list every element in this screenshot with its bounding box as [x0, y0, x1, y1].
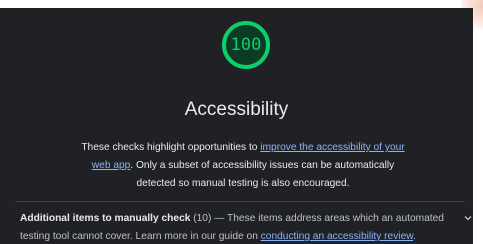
accessibility-category-panel: 100 Accessibility These checks highlight… [0, 8, 473, 244]
score-gauge[interactable]: 100 [221, 20, 271, 70]
category-title: Accessibility [184, 99, 289, 120]
section-divider [15, 201, 465, 202]
score-value: 100 [230, 35, 262, 55]
accessibility-review-guide-link[interactable]: conducting an accessibility review [261, 231, 413, 242]
chevron-down-icon[interactable] [464, 214, 472, 222]
manual-checks-title: Additional items to manually check [20, 213, 191, 224]
manual-checks-group-header[interactable]: Additional items to manually check (10) … [20, 210, 466, 244]
description-text-after: . Only a subset of accessibility issues … [130, 160, 395, 189]
manual-checks-dash: — [211, 213, 228, 224]
description-text-before: These checks highlight opportunities to [81, 142, 261, 153]
manual-checks-count: (10) [193, 213, 212, 224]
category-description: These checks highlight opportunities to … [78, 139, 408, 193]
lighthouse-report-viewport: 100 Accessibility These checks highlight… [0, 0, 483, 244]
manual-checks-description-end: . [413, 231, 416, 242]
